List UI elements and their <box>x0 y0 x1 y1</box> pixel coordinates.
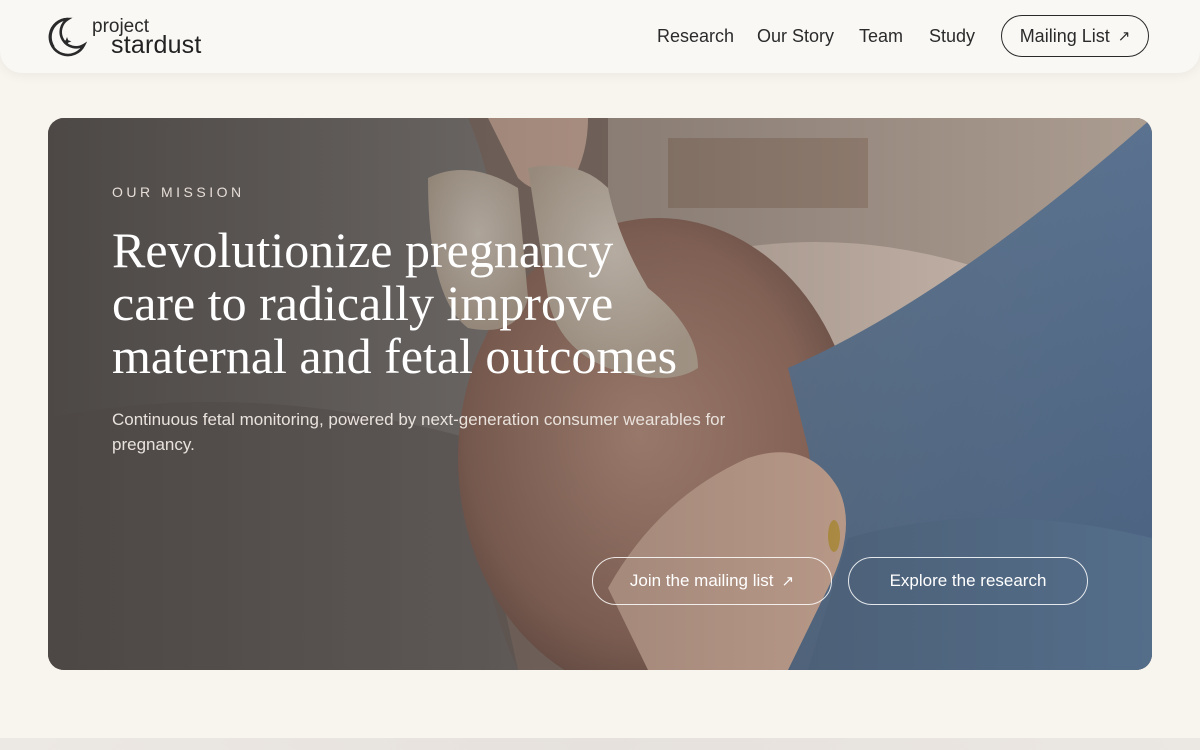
join-button-label: Join the mailing list <box>629 571 774 590</box>
headline-line: care to radically improve <box>112 275 614 331</box>
hero-eyebrow: OUR MISSION <box>112 184 245 200</box>
logo[interactable]: project stardust <box>48 16 228 60</box>
site-header: project stardust Research Our Story Team… <box>0 0 1200 73</box>
next-section-edge <box>0 738 1200 750</box>
nav-study[interactable]: Study <box>929 25 975 47</box>
nav-our-story[interactable]: Our Story <box>757 25 834 47</box>
external-arrow-icon: ↗ <box>1117 27 1131 45</box>
logo-name: stardust <box>111 31 202 59</box>
explore-research-button[interactable]: Explore the research <box>848 557 1088 605</box>
crescent-star-logo-icon <box>48 17 88 57</box>
headline-line: Revolutionize pregnancy <box>112 222 614 278</box>
join-mailing-list-button[interactable]: Join the mailing list ↗ <box>592 557 832 605</box>
hero-subtext: Continuous fetal monitoring, powered by … <box>112 410 726 454</box>
external-arrow-icon: ↗ <box>781 572 795 590</box>
mailing-list-button[interactable]: Mailing List ↗ <box>1001 15 1149 57</box>
explore-button-label: Explore the research <box>889 571 1047 590</box>
nav-research[interactable]: Research <box>657 25 734 47</box>
nav-team[interactable]: Team <box>859 25 903 47</box>
hero-section: OUR MISSION Revolutionize pregnancy care… <box>48 118 1152 670</box>
mailing-list-label: Mailing List <box>1019 25 1110 46</box>
headline-line: maternal and fetal outcomes <box>112 328 678 384</box>
hero-headline: Revolutionize pregnancy care to radicall… <box>112 224 712 383</box>
